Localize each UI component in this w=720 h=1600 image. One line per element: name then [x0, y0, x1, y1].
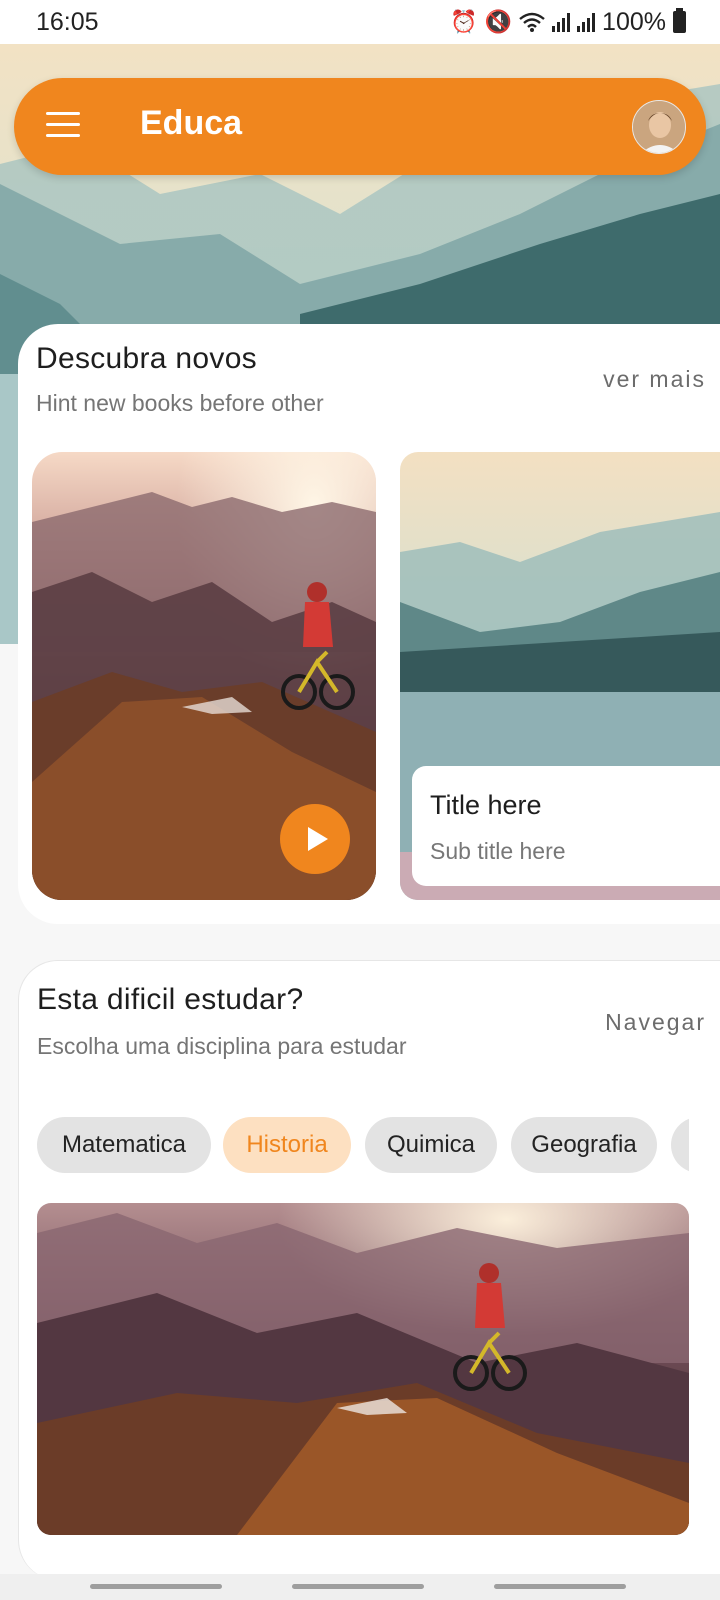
status-icons: ⏰ 🔇 100% — [450, 8, 686, 37]
status-time: 16:05 — [36, 7, 99, 36]
system-nav-bar — [0, 1574, 720, 1600]
mute-icon: 🔇 — [484, 9, 513, 34]
chip-geografia[interactable]: Geografia — [511, 1117, 657, 1173]
discover-section: Descubra novos Hint new books before oth… — [18, 324, 720, 924]
card-subtitle: Sub title here — [430, 838, 566, 864]
book-card[interactable] — [32, 452, 376, 900]
book-card[interactable]: Title here Sub title here — [400, 452, 720, 900]
discover-subtitle: Hint new books before other — [36, 390, 324, 416]
app-title: Educa — [140, 104, 243, 142]
battery-level: 100% — [602, 7, 666, 36]
chip-more[interactable] — [671, 1117, 689, 1173]
nav-recents[interactable] — [90, 1584, 222, 1589]
nav-back[interactable] — [494, 1584, 626, 1589]
avatar[interactable] — [632, 100, 686, 154]
play-button[interactable] — [280, 804, 350, 874]
screen: 16:05 ⏰ 🔇 100% Educa Descubra novos Hint… — [0, 0, 720, 1600]
see-more-link[interactable]: ver mais — [603, 366, 706, 393]
status-bar: 16:05 ⏰ 🔇 100% — [0, 0, 720, 44]
play-icon — [307, 827, 328, 851]
signal-icon — [552, 12, 571, 32]
study-subtitle: Escolha uma disciplina para estudar — [37, 1033, 407, 1059]
nav-home[interactable] — [292, 1584, 424, 1589]
discover-title: Descubra novos — [36, 342, 257, 375]
app-bar: Educa — [14, 78, 706, 175]
alarm-icon: ⏰ — [450, 9, 478, 34]
menu-icon[interactable] — [46, 112, 80, 138]
chip-quimica[interactable]: Quimica — [365, 1117, 497, 1173]
chip-matematica[interactable]: Matematica — [37, 1117, 211, 1173]
study-title: Esta dificil estudar? — [37, 983, 304, 1016]
wifi-icon — [519, 12, 545, 32]
study-section: Esta dificil estudar? Escolha uma discip… — [18, 960, 720, 1580]
subject-image[interactable] — [37, 1203, 689, 1535]
navigate-link[interactable]: Navegar — [605, 1009, 706, 1036]
card-title: Title here — [430, 790, 542, 820]
signal-icon — [577, 12, 596, 32]
chip-historia[interactable]: Historia — [223, 1117, 351, 1173]
card-caption: Title here Sub title here — [412, 766, 720, 886]
battery-icon — [673, 8, 686, 33]
subject-chips: Matematica Historia Quimica Geografia — [37, 1117, 689, 1173]
